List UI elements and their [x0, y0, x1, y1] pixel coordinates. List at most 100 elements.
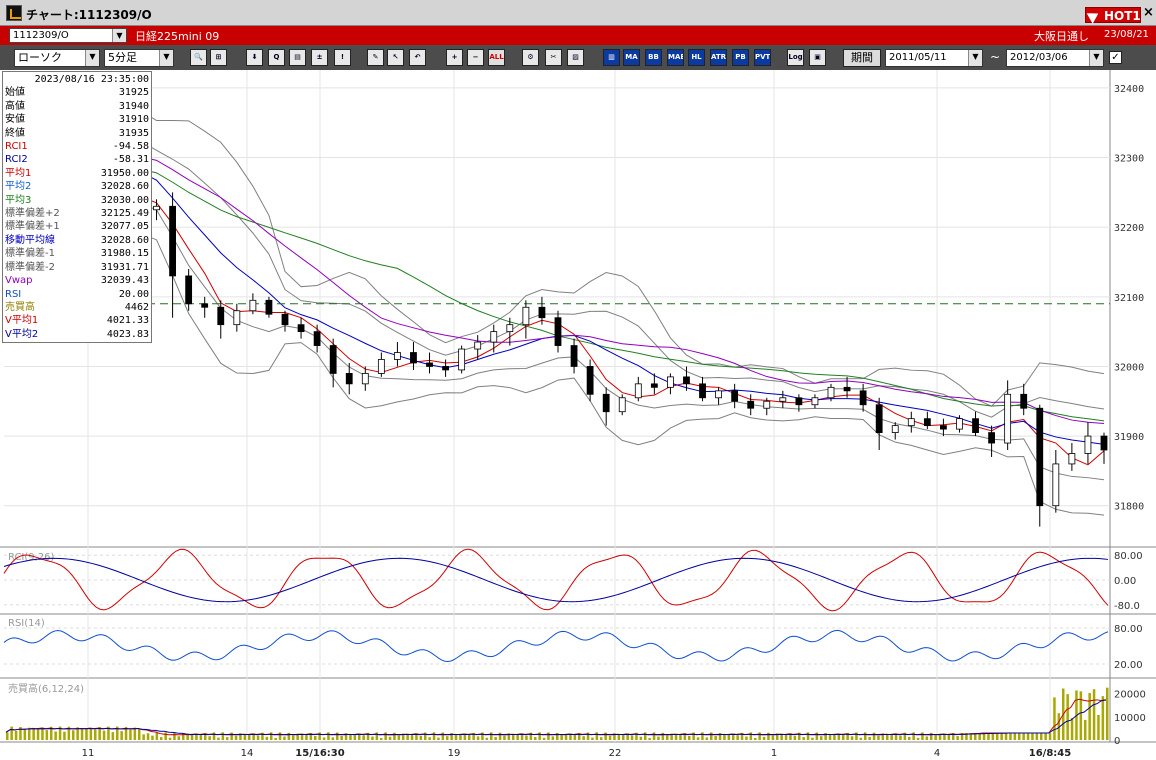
apply-checkbox[interactable]: ✓ [1109, 51, 1122, 64]
legend-row: 安値 31910 [5, 113, 149, 126]
log-button[interactable]: Log [787, 49, 804, 66]
volume-bar [32, 728, 35, 740]
pencil-icon[interactable]: ✎ [367, 49, 384, 66]
volume-bar [23, 729, 27, 740]
chart-type-select[interactable]: ローソク ▼ [14, 49, 100, 67]
volume-bar [1013, 733, 1017, 740]
volume-bar [54, 731, 57, 740]
time-tick-label: 4 [934, 748, 940, 759]
volume-bar [155, 732, 159, 740]
symbol-select[interactable]: 1112309/O ▼ [9, 28, 127, 43]
volume-bar [485, 737, 489, 740]
volume-bar [688, 735, 691, 740]
candle-body [827, 386, 835, 399]
candle-body [731, 390, 739, 402]
export-icon[interactable]: ▣ [809, 49, 826, 66]
close-icon[interactable]: × [1142, 6, 1155, 20]
volume-bar [248, 734, 251, 740]
mae-button[interactable]: MAE [667, 49, 684, 66]
all-button[interactable]: ALL [488, 49, 505, 66]
volume-bar [186, 734, 189, 740]
chevron-down-icon[interactable]: ▼ [112, 29, 126, 42]
atr-button[interactable]: ATR [710, 49, 727, 66]
volume-bar [85, 728, 88, 740]
pb-button[interactable]: PB [732, 49, 749, 66]
volume-bar [72, 730, 75, 740]
volume-bar [534, 736, 537, 740]
updown-icon[interactable]: ± [311, 49, 328, 66]
legend-label: V平均1 [5, 315, 39, 327]
chart-icon[interactable]: ▤ [289, 49, 306, 66]
legend-label: 始値 [5, 87, 25, 99]
volume-bar [811, 737, 814, 740]
hl-button[interactable]: HL [688, 49, 705, 66]
time-tick-label: 11 [82, 748, 95, 759]
hot-button[interactable]: HOT1 [1085, 7, 1141, 23]
volume-bar [864, 732, 867, 740]
candle-remove-icon[interactable]: − [467, 49, 484, 66]
volume-bar [1040, 733, 1043, 740]
split-icon[interactable]: ⊞ [210, 49, 227, 66]
volume-bar [696, 737, 700, 740]
candle-body [490, 331, 498, 343]
date-from-field[interactable]: 2011/05/11 ▼ [885, 49, 983, 67]
volume-bar [234, 735, 238, 740]
volume-panel-title: 売買高(6,12,24) [8, 682, 84, 695]
palette-icon[interactable]: ▨ [567, 49, 584, 66]
date-to-field[interactable]: 2012/03/06 ▼ [1006, 49, 1104, 67]
candle-body [843, 386, 851, 392]
volume-bar [934, 735, 937, 740]
volume-bar [80, 728, 84, 740]
volume-bar [437, 737, 440, 740]
warning-icon[interactable]: ! [334, 49, 351, 66]
undo-icon[interactable]: ↶ [409, 49, 426, 66]
chart-area[interactable]: 3240032300322003210032000319003180011 14 1… [0, 70, 1156, 760]
chevron-down-icon[interactable]: ▼ [85, 50, 99, 66]
candle-body [361, 373, 369, 385]
volume-bar [512, 734, 515, 740]
candle-body [377, 359, 385, 374]
pvt-button[interactable]: PVT [754, 49, 771, 66]
volume-bar [784, 734, 788, 740]
volume-bar [14, 730, 18, 740]
ma-button[interactable]: MA [623, 49, 640, 66]
zoom-icon[interactable]: 🔍 [190, 49, 207, 66]
candle-body [1004, 393, 1012, 444]
rci-tick-label: 80.00 [1114, 551, 1143, 562]
chevron-down-icon[interactable]: ▼ [1089, 50, 1103, 66]
legend-value: 4462 [124, 301, 149, 313]
date-to-value: 2012/03/06 [1010, 52, 1068, 63]
candle-body [667, 376, 674, 388]
volume-bar [1022, 733, 1025, 740]
volume-bar [63, 731, 66, 740]
candle-body [410, 352, 417, 364]
volume-bar [283, 736, 286, 740]
wrench-icon[interactable]: ✂ [545, 49, 562, 66]
period-button[interactable]: 期間 [843, 49, 881, 67]
candle-add-icon[interactable]: + [446, 49, 463, 66]
indicator-icon[interactable]: ▥ [603, 49, 620, 66]
interval-select[interactable]: 5分足 ▼ [104, 49, 174, 67]
gear-icon[interactable]: ⚙ [522, 49, 539, 66]
candle-body [715, 390, 722, 399]
down-icon[interactable]: ⬇ [246, 49, 263, 66]
bb-button[interactable]: BB [645, 49, 662, 66]
legend-label: 標準偏差-1 [5, 248, 55, 260]
legend-value: 31925 [118, 87, 149, 99]
volume-bar [872, 732, 876, 740]
volume-bar [767, 732, 770, 740]
candle-body [1052, 463, 1060, 507]
volume-bar [723, 734, 726, 740]
q-icon[interactable]: Q [268, 49, 285, 66]
candle-body [795, 397, 803, 406]
cursor-icon[interactable]: ↖ [387, 49, 404, 66]
volume-bar [749, 732, 753, 740]
chevron-down-icon[interactable]: ▼ [968, 50, 982, 66]
volume-bar [859, 737, 863, 740]
candle-body [618, 397, 626, 413]
volume-bar [1092, 689, 1096, 740]
volume-bar [886, 734, 889, 740]
chevron-down-icon[interactable]: ▼ [159, 50, 173, 66]
volume-bar [758, 732, 761, 740]
candle-body [265, 299, 273, 315]
